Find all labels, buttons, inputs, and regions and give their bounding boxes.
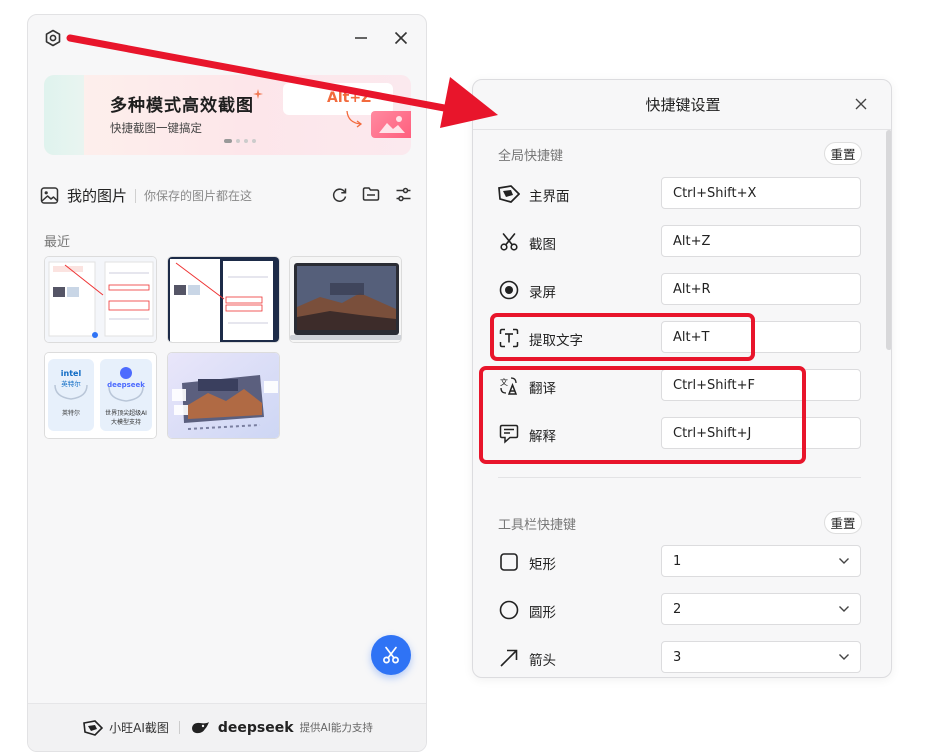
thumbnail-5[interactable] <box>167 352 280 439</box>
record-icon <box>498 279 520 301</box>
settings-gear-icon[interactable] <box>40 25 66 51</box>
deepseek-logo-icon <box>190 720 212 736</box>
dialog-close-button[interactable] <box>851 94 871 114</box>
select-value: 1 <box>673 553 682 569</box>
scissors-icon <box>381 645 401 665</box>
promo-banner[interactable]: 多种模式高效截图 快捷截图一键搞定 Alt+Z <box>44 75 411 155</box>
arrow-icon <box>498 647 520 669</box>
highlight-box-extract-text <box>490 313 755 361</box>
shortcut-input-main-window[interactable]: Ctrl+Shift+X <box>661 177 861 209</box>
shortcut-label: 箭头 <box>529 653 556 669</box>
footer-app-name: 小旺AI截图 <box>109 721 169 735</box>
shortcut-input-screenshot[interactable]: Alt+Z <box>661 225 861 257</box>
global-reset-button[interactable]: 重置 <box>824 142 862 165</box>
select-value: 3 <box>673 649 682 665</box>
shortcut-label: 主界面 <box>529 189 570 205</box>
app-logo-icon <box>83 719 104 736</box>
dialog-divider <box>473 129 891 130</box>
shortcut-label: 录屏 <box>529 285 556 301</box>
shortcut-label: 圆形 <box>529 605 556 621</box>
chevron-down-icon <box>839 654 849 660</box>
banner-pager[interactable] <box>224 139 256 143</box>
banner-hotkey: Alt+Z <box>327 90 372 106</box>
dialog-scrollbar[interactable] <box>886 130 891 350</box>
thumbnail-4[interactable]: intel 英特尔 deepseek 世界顶尖超级AI 大模型支持 英特尔 <box>44 352 157 439</box>
chevron-down-icon <box>839 606 849 612</box>
main-window-icon <box>498 183 520 205</box>
shortcut-input-record[interactable]: Alt+R <box>661 273 861 305</box>
stage: 多种模式高效截图 快捷截图一键搞定 Alt+Z 我的图片 你保存的图片都在这 最… <box>0 0 937 756</box>
svg-text:英特尔: 英特尔 <box>62 409 80 417</box>
image-tools <box>330 185 412 203</box>
curve-arrow-icon <box>346 110 363 128</box>
sparkle-icon <box>253 89 263 99</box>
filter-settings-icon[interactable] <box>394 185 412 203</box>
shortcut-label: 截图 <box>529 237 556 253</box>
global-shortcuts-title: 全局快捷键 <box>498 149 564 164</box>
my-images-subtitle: 你保存的图片都在这 <box>144 189 253 203</box>
main-window: 多种模式高效截图 快捷截图一键搞定 Alt+Z 我的图片 你保存的图片都在这 最… <box>27 14 427 752</box>
my-images-title: 我的图片 <box>67 187 128 205</box>
banner-image <box>371 111 411 138</box>
my-images-header: 我的图片 你保存的图片都在这 <box>40 185 412 206</box>
svg-text:deepseek: deepseek <box>107 381 145 389</box>
select-value: 2 <box>673 601 682 617</box>
divider <box>178 721 180 734</box>
svg-text:英特尔: 英特尔 <box>61 379 81 388</box>
banner-title: 多种模式高效截图 <box>110 96 254 116</box>
toolbar-reset-button[interactable]: 重置 <box>824 511 862 534</box>
footer-partner-sub: 提供AI能力支持 <box>299 722 373 734</box>
section-divider <box>498 477 861 478</box>
shortcut-select-arrow[interactable]: 3 <box>661 641 861 673</box>
thumbnail-3[interactable] <box>289 256 402 343</box>
circle-icon <box>498 599 520 621</box>
highlight-box-translate-explain <box>479 366 806 464</box>
folder-icon[interactable] <box>362 185 380 203</box>
screenshot-fab-button[interactable] <box>371 635 411 675</box>
footer: 小旺AI截图 deepseek 提供AI能力支持 <box>28 703 426 751</box>
banner-subtitle: 快捷截图一键搞定 <box>110 121 202 135</box>
scissors-icon <box>498 231 520 253</box>
shortcut-label: 矩形 <box>529 557 556 573</box>
thumbnail-1[interactable] <box>44 256 157 343</box>
divider <box>135 188 137 203</box>
chevron-down-icon <box>839 558 849 564</box>
close-button[interactable] <box>388 25 414 51</box>
refresh-icon[interactable] <box>330 185 348 203</box>
thumbnail-2[interactable] <box>167 256 280 343</box>
shortcut-settings-dialog: 快捷键设置 全局快捷键 重置 主界面 Ctrl+Shift+X 截图 Alt+Z… <box>472 79 892 678</box>
shortcut-select-rectangle[interactable]: 1 <box>661 545 861 577</box>
image-icon <box>40 186 59 205</box>
recent-label: 最近 <box>44 235 71 250</box>
banner-prev-slide <box>44 75 84 155</box>
svg-text:intel: intel <box>61 369 82 378</box>
minimize-button[interactable] <box>348 25 374 51</box>
svg-text:世界顶尖超级AI: 世界顶尖超级AI <box>105 409 147 417</box>
dialog-title: 快捷键设置 <box>645 96 721 114</box>
rectangle-icon <box>498 551 520 573</box>
toolbar-shortcuts-title: 工具栏快捷键 <box>498 518 577 533</box>
svg-text:大模型支持: 大模型支持 <box>111 418 141 426</box>
footer-partner-name: deepseek <box>217 719 294 736</box>
shortcut-select-circle[interactable]: 2 <box>661 593 861 625</box>
close-icon <box>855 98 867 110</box>
